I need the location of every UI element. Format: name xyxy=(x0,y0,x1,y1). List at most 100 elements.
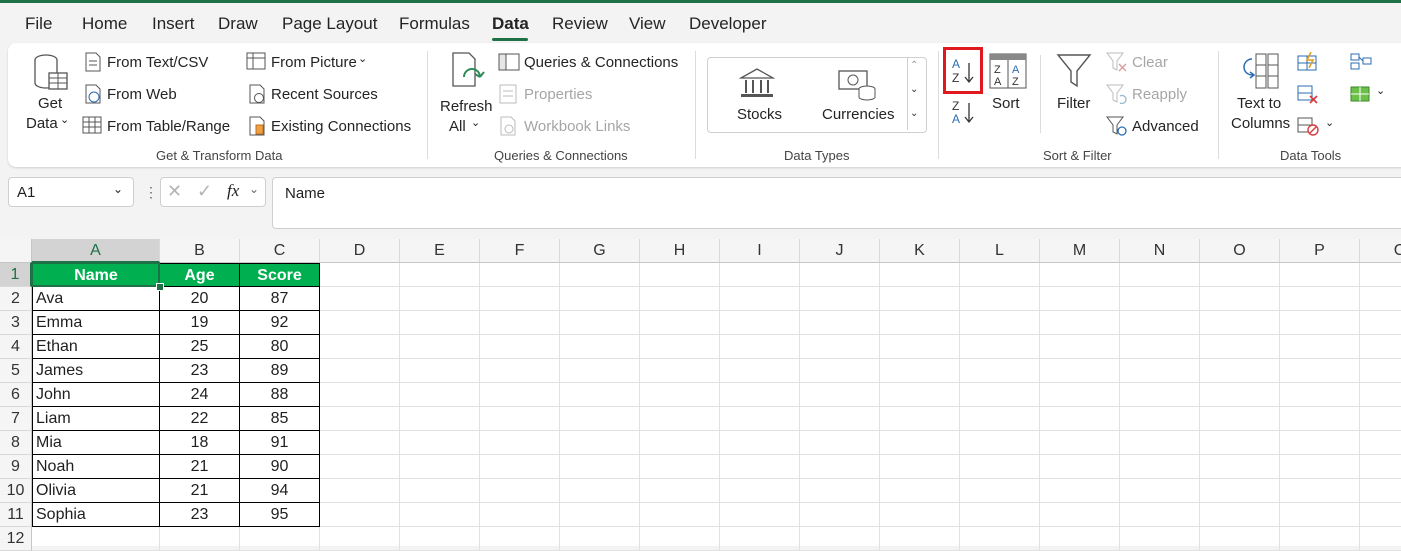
formula-input[interactable]: Name xyxy=(272,177,1401,229)
column-header[interactable]: I xyxy=(720,239,800,263)
tab-file[interactable]: File xyxy=(25,14,52,34)
table-cell[interactable]: Noah xyxy=(32,455,160,479)
table-cell[interactable]: 94 xyxy=(240,479,320,503)
table-cell[interactable]: 21 xyxy=(160,479,240,503)
name-box[interactable]: A1 ⌄ xyxy=(8,177,134,207)
table-cell[interactable]: 91 xyxy=(240,431,320,455)
tab-insert[interactable]: Insert xyxy=(152,14,195,34)
table-cell[interactable]: John xyxy=(32,383,160,407)
column-header[interactable]: C xyxy=(240,239,320,263)
column-header[interactable]: G xyxy=(560,239,640,263)
cancel-icon[interactable]: ✕ xyxy=(167,181,182,202)
svg-text:Z: Z xyxy=(1012,76,1019,88)
row-header[interactable]: 1 xyxy=(0,263,32,287)
column-header[interactable]: P xyxy=(1280,239,1360,263)
relationships-icon[interactable] xyxy=(1350,84,1372,104)
table-cell[interactable]: Ethan xyxy=(32,335,160,359)
table-cell[interactable]: Sophia xyxy=(32,503,160,527)
currencies-label: Currencies xyxy=(822,106,895,123)
row-header[interactable]: 2 xyxy=(0,287,32,311)
table-cell[interactable]: 80 xyxy=(240,335,320,359)
table-cell[interactable]: 21 xyxy=(160,455,240,479)
table-cell[interactable]: 85 xyxy=(240,407,320,431)
row-header[interactable]: 9 xyxy=(0,455,32,479)
table-cell[interactable]: 25 xyxy=(160,335,240,359)
clear-label: Clear xyxy=(1132,54,1168,71)
table-header-cell[interactable]: Score xyxy=(240,263,320,287)
table-cell[interactable]: 24 xyxy=(160,383,240,407)
row-header[interactable]: 5 xyxy=(0,359,32,383)
row-header[interactable]: 10 xyxy=(0,479,32,503)
chevron-down-icon[interactable]: ⌄ xyxy=(1376,84,1385,97)
table-cell[interactable]: 88 xyxy=(240,383,320,407)
chevron-down-icon[interactable]: ⌄ xyxy=(113,182,123,196)
tab-view[interactable]: View xyxy=(629,14,666,34)
row-header[interactable]: 4 xyxy=(0,335,32,359)
gallery-down-icon[interactable]: ⌄ xyxy=(910,84,918,95)
table-cell[interactable]: 87 xyxy=(240,287,320,311)
table-cell[interactable]: 23 xyxy=(160,359,240,383)
currency-icon xyxy=(838,70,876,101)
table-cell[interactable]: 90 xyxy=(240,455,320,479)
table-cell[interactable]: 18 xyxy=(160,431,240,455)
table-cell[interactable]: Ava xyxy=(32,287,160,311)
table-cell[interactable]: Olivia xyxy=(32,479,160,503)
row-header[interactable]: 11 xyxy=(0,503,32,527)
reapply-label: Reapply xyxy=(1132,86,1188,103)
column-header[interactable]: C xyxy=(1360,239,1401,263)
column-header[interactable]: A xyxy=(32,239,160,263)
tab-draw[interactable]: Draw xyxy=(218,14,258,34)
column-header[interactable]: F xyxy=(480,239,560,263)
tab-formulas[interactable]: Formulas xyxy=(399,14,470,34)
tab-home[interactable]: Home xyxy=(82,14,127,34)
consolidate-icon[interactable] xyxy=(1350,52,1372,72)
table-cell[interactable]: 20 xyxy=(160,287,240,311)
tab-review[interactable]: Review xyxy=(552,14,608,34)
table-cell[interactable]: Mia xyxy=(32,431,160,455)
column-header[interactable]: O xyxy=(1200,239,1280,263)
row-header[interactable]: 7 xyxy=(0,407,32,431)
enter-check-icon[interactable]: ✓ xyxy=(197,181,212,202)
row-header[interactable]: 6 xyxy=(0,383,32,407)
table-cell[interactable]: 95 xyxy=(240,503,320,527)
table-cell[interactable]: 92 xyxy=(240,311,320,335)
flash-fill-icon[interactable] xyxy=(1297,52,1319,72)
row-header[interactable]: 3 xyxy=(0,311,32,335)
column-header[interactable]: B xyxy=(160,239,240,263)
column-header[interactable]: M xyxy=(1040,239,1120,263)
tab-data[interactable]: Data xyxy=(492,14,529,34)
table-header-cell[interactable]: Age xyxy=(160,263,240,287)
column-header[interactable]: D xyxy=(320,239,400,263)
column-header[interactable]: N xyxy=(1120,239,1200,263)
row-header[interactable]: 8 xyxy=(0,431,32,455)
column-header[interactable]: E xyxy=(400,239,480,263)
tab-page-layout[interactable]: Page Layout xyxy=(282,14,377,34)
select-all-corner[interactable] xyxy=(0,239,32,263)
table-cell[interactable]: 22 xyxy=(160,407,240,431)
gallery-more-icon[interactable]: ⌄ xyxy=(910,108,918,119)
chevron-down-icon[interactable]: ⌄ xyxy=(1325,116,1334,129)
row-header[interactable]: 12 xyxy=(0,527,32,551)
fill-handle[interactable] xyxy=(156,283,164,291)
data-validation-icon[interactable] xyxy=(1297,116,1319,136)
column-header[interactable]: J xyxy=(800,239,880,263)
more-options-icon[interactable]: ⋮ xyxy=(144,184,158,201)
table-cell[interactable]: James xyxy=(32,359,160,383)
table-cell[interactable]: 89 xyxy=(240,359,320,383)
table-cell[interactable]: 23 xyxy=(160,503,240,527)
chevron-down-icon[interactable]: ⌄ xyxy=(249,182,259,196)
insert-function-button[interactable]: fx xyxy=(227,181,239,201)
tab-developer[interactable]: Developer xyxy=(689,14,767,34)
worksheet-grid[interactable]: A B C D E F G H I J K L M N O P C 1 2 3 4 5 6 7 8 9 10 11 12 Name Age S… xyxy=(0,239,1401,551)
column-header[interactable]: H xyxy=(640,239,720,263)
picture-table-icon xyxy=(246,52,266,70)
svg-text:Z: Z xyxy=(994,64,1001,76)
table-cell[interactable]: Liam xyxy=(32,407,160,431)
gridline xyxy=(799,263,800,551)
table-cell[interactable]: 19 xyxy=(160,311,240,335)
table-cell[interactable]: Emma xyxy=(32,311,160,335)
column-header[interactable]: L xyxy=(960,239,1040,263)
remove-duplicates-icon[interactable] xyxy=(1297,84,1319,104)
column-header[interactable]: K xyxy=(880,239,960,263)
gallery-up-icon[interactable]: ⌃ xyxy=(910,60,918,71)
